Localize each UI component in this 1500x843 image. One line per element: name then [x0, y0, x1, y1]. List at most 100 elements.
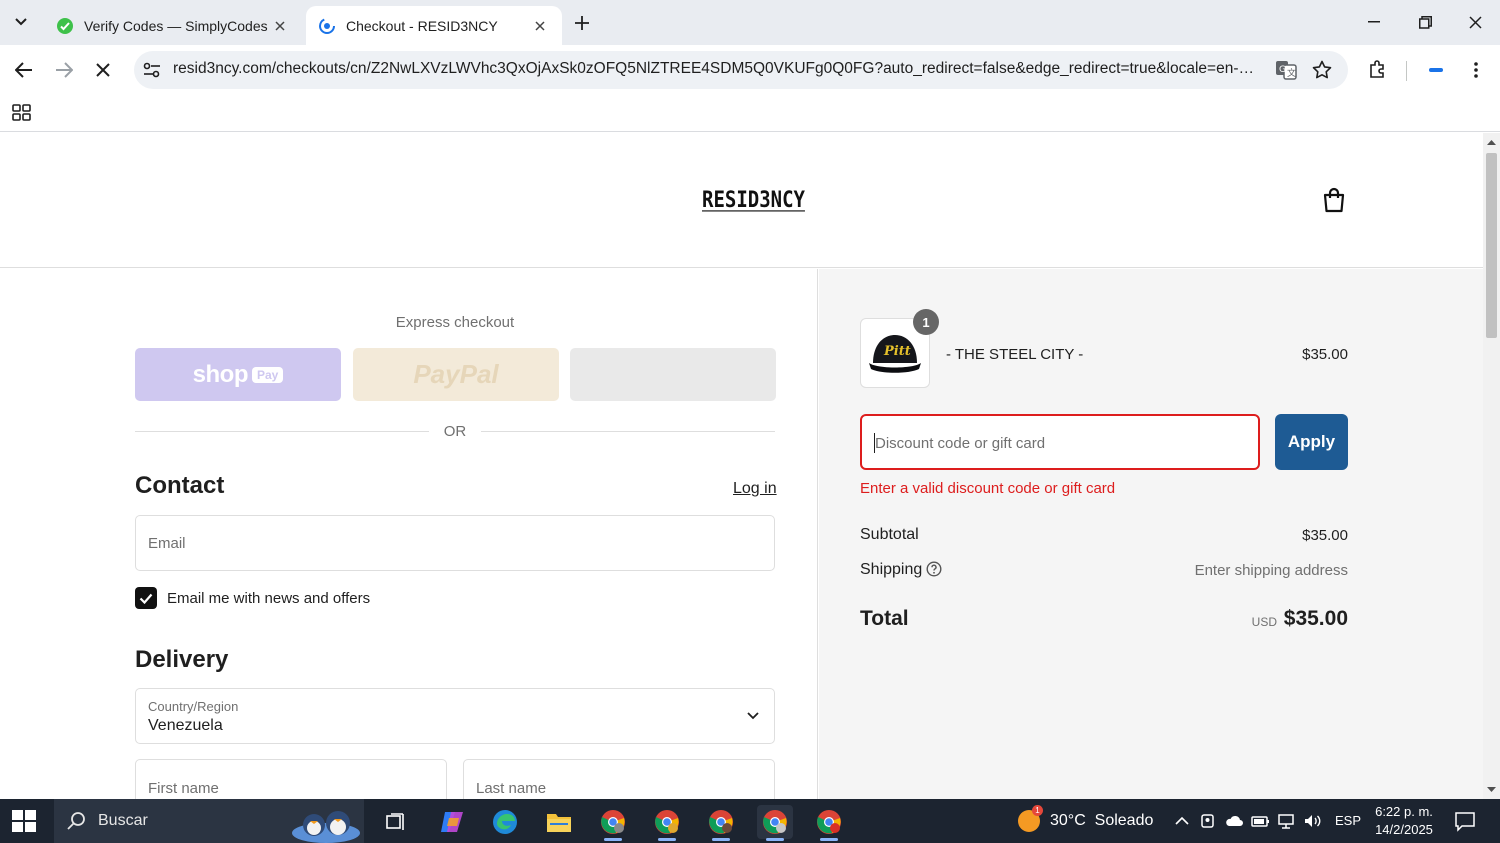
help-circle-icon[interactable] — [926, 561, 942, 577]
close-icon — [96, 63, 110, 77]
apps-grid-icon[interactable] — [10, 101, 34, 125]
notification-icon[interactable] — [1454, 810, 1476, 832]
chrome-app-3[interactable] — [703, 805, 739, 841]
delivery-title: Delivery — [135, 646, 229, 673]
tab-bar: Verify Codes — SimplyCodes Checkout - RE… — [0, 0, 1500, 45]
weather-widget[interactable]: 1 30°C Soleado — [1018, 805, 1153, 833]
store-logo[interactable]: RESID3NCY — [702, 187, 805, 212]
plus-icon — [575, 16, 589, 30]
chevron-down-icon — [747, 712, 759, 720]
text-caret — [874, 433, 875, 453]
simplycodes-favicon-icon — [57, 17, 73, 34]
chrome-icon — [817, 810, 841, 834]
more-vertical-icon — [1474, 62, 1478, 78]
tab-checkout[interactable]: Checkout - RESID3NCY — [306, 6, 562, 45]
order-summary: Pitt 1 - THE STEEL CITY - $35.00 Discoun… — [819, 269, 1483, 799]
or-divider: OR — [135, 421, 775, 443]
scroll-up-arrow-icon[interactable] — [1487, 138, 1496, 147]
windows-taskbar: Buscar 1 30°C Soleado ESP 6:22 p. m. 14/… — [0, 799, 1500, 843]
chevron-up-icon[interactable] — [1172, 811, 1192, 831]
minimize-button[interactable] — [1354, 8, 1394, 36]
page-scrollbar[interactable] — [1483, 133, 1500, 799]
close-window-button[interactable] — [1455, 8, 1495, 36]
last-name-field[interactable]: Last name — [463, 759, 775, 799]
arrow-right-icon — [56, 62, 73, 78]
first-name-field[interactable]: First name — [135, 759, 447, 799]
paypal-button[interactable]: PayPal — [353, 348, 559, 401]
chrome-icon — [601, 810, 625, 834]
onedrive-cloud-icon[interactable] — [1224, 811, 1244, 831]
search-highlight-icon — [292, 811, 360, 843]
taskbar-search[interactable]: Buscar — [54, 799, 364, 843]
network-icon[interactable] — [1276, 811, 1296, 831]
first-name-placeholder: First name — [148, 780, 219, 797]
scroll-thumb[interactable] — [1486, 153, 1497, 338]
clock-date: 14/2/2025 — [1375, 822, 1433, 837]
profile-icon — [1429, 68, 1443, 72]
windows-start-icon[interactable] — [10, 808, 38, 834]
store-header: RESID3NCY — [0, 133, 1483, 268]
discount-error-message: Enter a valid discount code or gift card — [860, 480, 1116, 497]
contact-title: Contact — [135, 472, 225, 499]
email-placeholder: Email — [148, 535, 186, 552]
country-select[interactable]: Country/Region Venezuela — [135, 688, 775, 744]
country-label: Country/Region — [148, 699, 239, 714]
browser-toolbar: resid3ncy.com/checkouts/cn/Z2NwLXVzLWVhc… — [0, 45, 1500, 95]
scroll-down-arrow-icon[interactable] — [1487, 785, 1496, 794]
back-button[interactable] — [9, 55, 39, 85]
menu-button[interactable] — [1461, 55, 1491, 85]
chevron-down-icon — [15, 18, 27, 26]
address-bar[interactable]: resid3ncy.com/checkouts/cn/Z2NwLXVzLWVhc… — [134, 51, 1348, 89]
arrow-left-icon — [15, 62, 32, 78]
chrome-app-4-active[interactable] — [757, 805, 793, 841]
volume-icon[interactable] — [1302, 811, 1322, 831]
discount-placeholder: Discount code or gift card — [875, 435, 1046, 452]
total-value: $35.00 — [1283, 607, 1348, 630]
restore-button[interactable] — [1405, 8, 1445, 36]
shop-pay-button[interactable]: shop Pay — [135, 348, 341, 401]
google-pay-button[interactable] — [570, 348, 776, 401]
forward-button[interactable] — [49, 55, 79, 85]
tab-simplycodes[interactable]: Verify Codes — SimplyCodes — [44, 6, 302, 45]
tab-search-button[interactable] — [6, 8, 36, 36]
country-value: Venezuela — [148, 717, 223, 734]
bookmarks-bar — [0, 95, 1500, 132]
shipping-value: Enter shipping address — [1194, 562, 1348, 579]
clock-time: 6:22 p. m. — [1375, 804, 1433, 819]
chrome-app-2[interactable] — [649, 805, 685, 841]
restore-icon — [1418, 15, 1432, 29]
copilot-icon — [441, 812, 463, 832]
copilot-app[interactable] — [434, 805, 470, 839]
site-info-icon[interactable] — [140, 58, 164, 82]
new-tab-button[interactable] — [568, 10, 596, 36]
meet-now-icon[interactable] — [1198, 811, 1218, 831]
search-icon — [67, 812, 85, 830]
translate-icon[interactable]: G文 — [1274, 59, 1298, 81]
chrome-app-5[interactable] — [811, 805, 847, 841]
close-tab-icon[interactable] — [270, 16, 290, 36]
newsletter-checkbox[interactable] — [135, 587, 157, 609]
express-checkout-title: Express checkout — [395, 314, 515, 331]
edge-app[interactable] — [487, 805, 523, 839]
task-view-button[interactable] — [378, 805, 414, 839]
login-link[interactable]: Log in — [733, 480, 777, 498]
email-field[interactable]: Email — [135, 515, 775, 571]
profile-button[interactable] — [1421, 55, 1451, 85]
discount-code-input[interactable]: Discount code or gift card — [860, 414, 1260, 470]
shop-pay-badge: Pay — [251, 366, 284, 383]
or-text: OR — [443, 423, 467, 440]
checkout-form: Express checkout shop Pay PayPal OR Cont… — [0, 269, 818, 799]
battery-icon[interactable] — [1250, 811, 1270, 831]
extensions-button[interactable] — [1363, 55, 1393, 85]
clock[interactable]: 6:22 p. m. 14/2/2025 — [1372, 803, 1436, 839]
svg-text:文: 文 — [1287, 67, 1296, 79]
bookmark-star-icon[interactable] — [1310, 59, 1334, 81]
total-currency: USD — [1251, 615, 1277, 629]
language-indicator[interactable]: ESP — [1335, 813, 1361, 828]
file-explorer-app[interactable] — [541, 805, 577, 839]
shopping-bag-icon[interactable] — [1322, 187, 1346, 213]
close-tab-icon[interactable] — [530, 16, 550, 36]
chrome-app-1[interactable] — [595, 805, 631, 841]
stop-loading-button[interactable] — [88, 55, 118, 85]
apply-discount-button[interactable]: Apply — [1275, 414, 1348, 470]
